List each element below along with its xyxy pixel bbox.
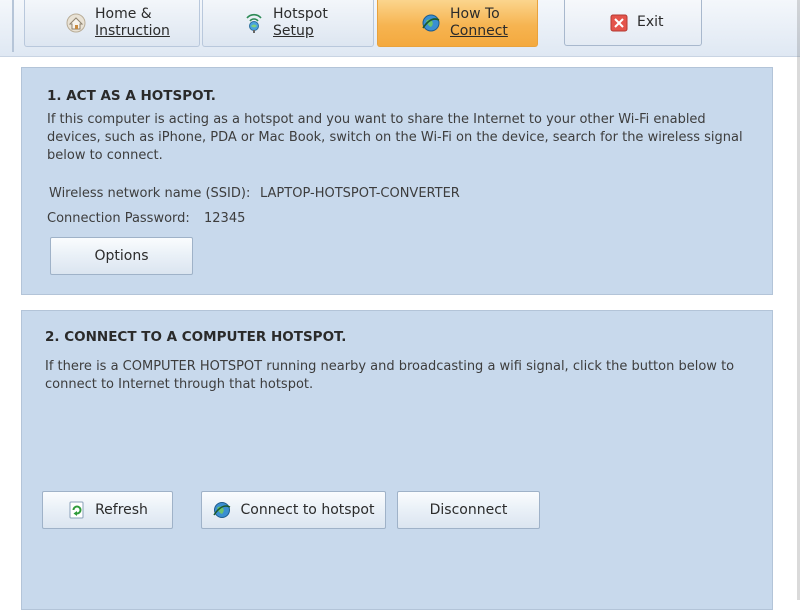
exit-text: Exit (637, 14, 664, 30)
hotspot-icon (246, 13, 262, 33)
refresh-button[interactable]: Refresh (42, 491, 173, 529)
exit-button[interactable]: Exit (564, 0, 702, 46)
tab-how-to-connect[interactable]: How To Connect (377, 0, 538, 47)
tab-hotspot-line1: Hotspot (273, 6, 328, 22)
tab-home-instruction[interactable]: Home & Instruction (24, 0, 200, 47)
tab-bar: Home & Instruction Hotspot Setup How To … (0, 0, 800, 56)
connect-button-label: Connect to hotspot (240, 502, 375, 518)
refresh-button-label: Refresh (95, 502, 148, 518)
refresh-icon (69, 501, 84, 519)
section1-description: If this computer is acting as a hotspot … (47, 112, 743, 163)
tab-home-line1: Home & (95, 6, 152, 22)
tab-howto-label: How To Connect (450, 6, 508, 40)
ssid-value: LAPTOP-HOTSPOT-CONVERTER (260, 186, 460, 201)
options-button-label: Options (94, 248, 149, 264)
disconnect-button-label: Disconnect (429, 502, 508, 518)
options-button[interactable]: Options (50, 237, 193, 275)
tab-home-line2: Instruction (95, 23, 170, 39)
tab-home-label: Home & Instruction (95, 6, 170, 40)
ssid-label: Wireless network name (SSID): (49, 186, 251, 201)
globe-connect-icon (213, 502, 231, 518)
password-value: 12345 (204, 211, 246, 226)
tab-hotspot-label: Hotspot Setup (273, 6, 328, 40)
tab-hotspot-setup[interactable]: Hotspot Setup (202, 0, 374, 47)
tab-hotspot-line2: Setup (273, 23, 314, 39)
tab-bar-edge (12, 0, 14, 52)
connect-to-hotspot-button[interactable]: Connect to hotspot (201, 491, 386, 529)
section2-description: If there is a COMPUTER HOTSPOT running n… (45, 359, 735, 392)
section1-heading: 1. ACT AS A HOTSPOT. (47, 88, 216, 104)
connect-panel: 2. CONNECT TO A COMPUTER HOTSPOT. If the… (21, 310, 773, 610)
globe-connect-icon (422, 14, 440, 32)
hotspot-panel: 1. ACT AS A HOTSPOT. If this computer is… (21, 67, 773, 295)
password-label: Connection Password: (47, 211, 190, 226)
exit-label: Exit (637, 14, 664, 31)
exit-icon (610, 14, 628, 31)
home-icon (66, 13, 86, 33)
tab-divider (0, 56, 800, 57)
tab-howto-line2: Connect (450, 23, 508, 39)
tab-howto-line1: How To (450, 6, 500, 22)
disconnect-button[interactable]: Disconnect (397, 491, 540, 529)
section2-heading: 2. CONNECT TO A COMPUTER HOTSPOT. (45, 329, 347, 345)
